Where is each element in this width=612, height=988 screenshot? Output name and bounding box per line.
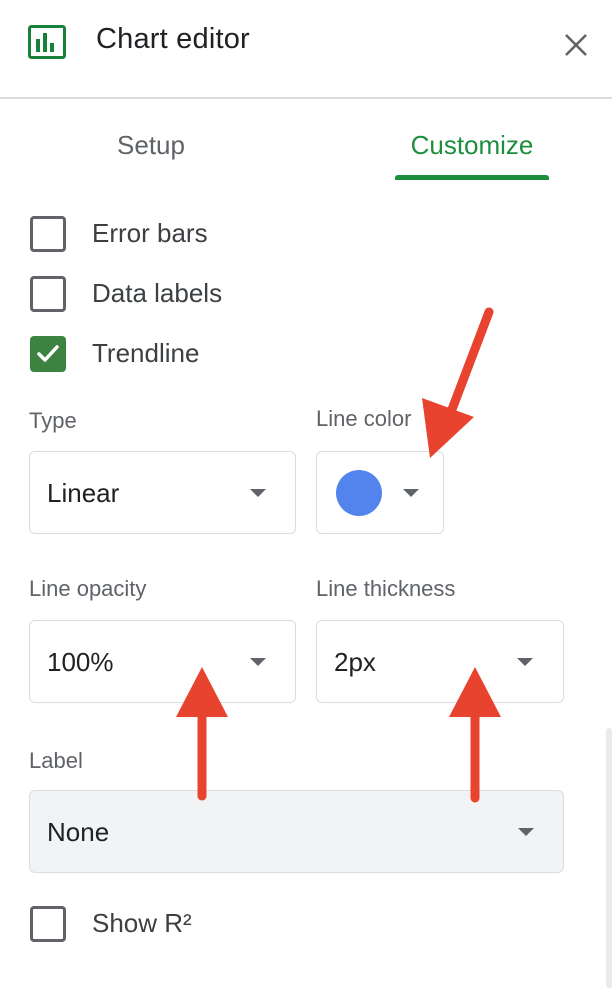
chevron-down-icon	[250, 489, 266, 497]
line-opacity-dropdown[interactable]: 100%	[29, 620, 296, 703]
show-r2-label: Show R²	[92, 908, 192, 938]
label-field-label: Label	[29, 748, 83, 773]
line-thickness-dropdown[interactable]: 2px	[316, 620, 564, 703]
type-label: Type	[29, 408, 77, 433]
line-opacity-label: Line opacity	[29, 576, 147, 601]
editor-header: Chart editor	[0, 0, 612, 99]
scrollbar[interactable]	[606, 728, 612, 988]
annotation-arrow-line-color	[422, 307, 494, 458]
trendline-label: Trendline	[92, 338, 200, 368]
chevron-down-icon	[517, 658, 533, 666]
chevron-down-icon	[403, 489, 419, 497]
tab-setup[interactable]: Setup	[96, 130, 206, 180]
trendline-checkbox[interactable]	[30, 336, 66, 372]
data-labels-option[interactable]: Data labels	[30, 274, 250, 314]
line-opacity-value: 100%	[47, 647, 114, 677]
data-labels-label: Data labels	[92, 278, 223, 308]
chevron-down-icon	[250, 658, 266, 666]
error-bars-option[interactable]: Error bars	[30, 214, 230, 254]
data-labels-checkbox[interactable]	[30, 276, 66, 312]
color-swatch	[336, 470, 382, 516]
line-color-label: Line color	[316, 406, 412, 431]
active-tab-indicator	[395, 175, 549, 180]
show-r2-checkbox[interactable]	[30, 906, 66, 942]
line-thickness-label: Line thickness	[316, 576, 456, 601]
chevron-down-icon	[518, 828, 534, 836]
error-bars-checkbox[interactable]	[30, 216, 66, 252]
checkmark-icon	[37, 345, 59, 362]
type-value: Linear	[47, 478, 120, 508]
type-dropdown[interactable]: Linear	[29, 451, 296, 534]
error-bars-label: Error bars	[92, 218, 208, 248]
close-icon[interactable]	[561, 30, 591, 60]
bar-chart-icon	[28, 25, 66, 59]
tab-customize[interactable]: Customize	[395, 130, 549, 180]
chart-editor-title: Chart editor	[96, 23, 250, 55]
label-dropdown[interactable]: None	[29, 790, 564, 873]
label-value: None	[47, 817, 110, 847]
line-thickness-value: 2px	[334, 647, 376, 677]
trendline-option[interactable]: Trendline	[30, 334, 230, 374]
line-color-dropdown[interactable]	[316, 451, 444, 534]
show-r2-option[interactable]: Show R²	[30, 904, 230, 944]
